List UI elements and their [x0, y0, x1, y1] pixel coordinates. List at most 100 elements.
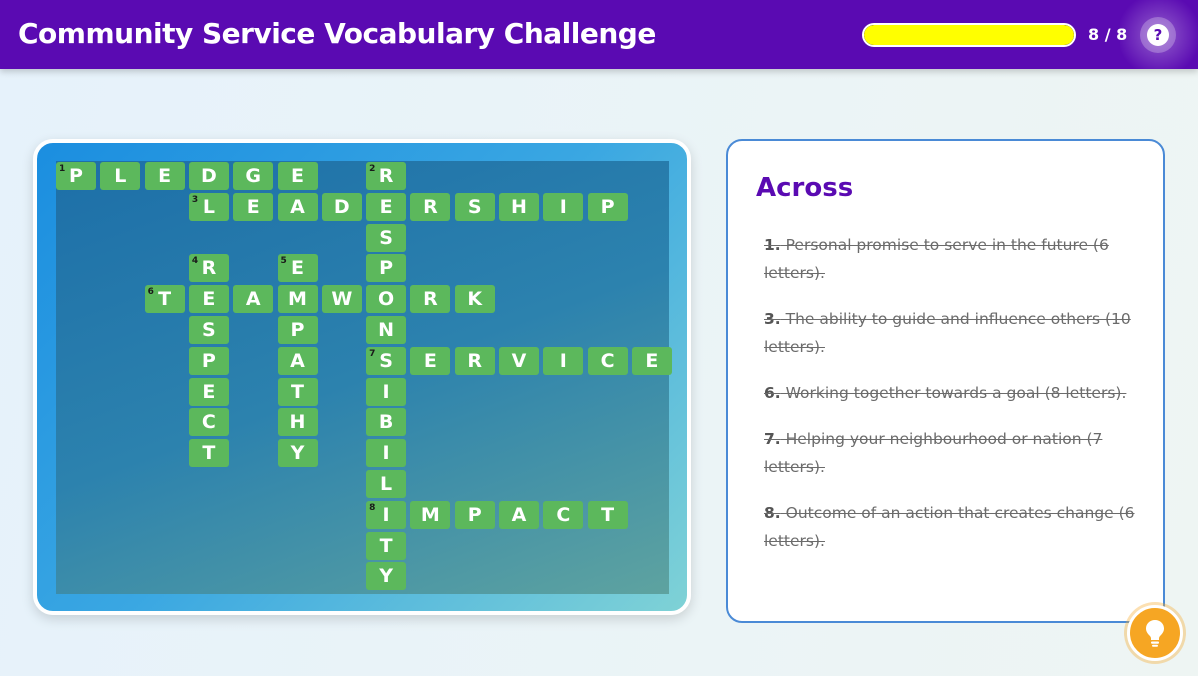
- cell-letter: A: [511, 503, 527, 526]
- crossword-cell[interactable]: P: [366, 254, 407, 283]
- crossword-cell[interactable]: 6T: [144, 285, 185, 314]
- clue-number: 1: [59, 164, 66, 174]
- crossword-cell[interactable]: 7S: [366, 346, 407, 375]
- crossword-cell[interactable]: K: [454, 285, 495, 314]
- cell-letter: P: [201, 349, 216, 372]
- crossword-cell[interactable]: N: [366, 316, 407, 344]
- clue-item-text: Helping your neighbourhood or nation (7 …: [764, 430, 1103, 476]
- cell-letter: M: [288, 288, 307, 311]
- crossword-cell[interactable]: P: [454, 500, 495, 529]
- cell-letter: R: [423, 288, 438, 311]
- crossword-cell[interactable]: E: [188, 285, 229, 314]
- clue-number: 8: [369, 502, 376, 513]
- cell-letter: Y: [290, 442, 305, 465]
- crossword-cell[interactable]: 5E: [277, 254, 318, 283]
- crossword-cell[interactable]: H: [499, 192, 539, 221]
- help-button[interactable]: ?: [1140, 17, 1176, 53]
- crossword-cell[interactable]: P: [277, 316, 318, 344]
- clue-item[interactable]: 6. Working together towards a goal (8 le…: [764, 379, 1136, 407]
- crossword-cell[interactable]: S: [454, 192, 495, 221]
- crossword-cell[interactable]: O: [366, 285, 407, 314]
- cell-letter: P: [379, 257, 394, 280]
- crossword-cell[interactable]: A: [277, 346, 318, 375]
- crossword-cell[interactable]: T: [188, 439, 229, 468]
- crossword-cell[interactable]: D: [188, 162, 229, 190]
- cell-letter: I: [559, 349, 567, 372]
- crossword-cell[interactable]: T: [366, 531, 407, 560]
- cell-letter: C: [201, 411, 216, 434]
- crossword-cell[interactable]: T: [277, 377, 318, 406]
- crossword-cell[interactable]: B: [366, 408, 407, 437]
- crossword-cell[interactable]: E: [410, 346, 451, 375]
- clue-item[interactable]: 8. Outcome of an action that creates cha…: [764, 499, 1136, 555]
- clue-item[interactable]: 7. Helping your neighbourhood or nation …: [764, 425, 1136, 481]
- cell-letter: T: [202, 442, 216, 465]
- crossword-cell[interactable]: A: [233, 285, 274, 314]
- clue-item[interactable]: 1. Personal promise to serve in the futu…: [764, 231, 1136, 287]
- crossword-cell[interactable]: I: [366, 377, 407, 406]
- crossword-cell[interactable]: E: [277, 162, 318, 190]
- hint-button[interactable]: [1127, 605, 1183, 661]
- crossword-cell[interactable]: C: [188, 408, 229, 437]
- clue-number: 6: [147, 287, 154, 298]
- progress-fill: [864, 25, 1074, 45]
- crossword-cell[interactable]: P: [587, 192, 628, 221]
- crossword-cell[interactable]: M: [410, 500, 451, 529]
- crossword-cell[interactable]: S: [188, 316, 229, 344]
- cell-letter: T: [379, 534, 393, 557]
- crossword-cell[interactable]: 8I: [366, 500, 407, 529]
- crossword-cell[interactable]: A: [499, 500, 539, 529]
- crossword-cell[interactable]: M: [277, 285, 318, 314]
- crossword-cell[interactable]: 2R: [366, 162, 407, 190]
- crossword-cell[interactable]: T: [587, 500, 628, 529]
- crossword-cell[interactable]: Y: [366, 562, 407, 591]
- crossword-cell[interactable]: W: [321, 285, 362, 314]
- crossword-cell[interactable]: E: [233, 192, 274, 221]
- cell-letter: I: [559, 195, 567, 218]
- crossword-cell[interactable]: V: [499, 346, 539, 375]
- crossword-cell[interactable]: H: [277, 408, 318, 437]
- clue-item-number: 8.: [764, 504, 781, 522]
- crossword-cell[interactable]: D: [321, 192, 362, 221]
- crossword-cell[interactable]: 1P: [56, 162, 96, 190]
- crossword-cell[interactable]: Y: [277, 439, 318, 468]
- crossword-cell[interactable]: 3L: [188, 192, 229, 221]
- clue-item-number: 7.: [764, 430, 781, 448]
- cell-letter: N: [378, 319, 395, 341]
- crossword-cell[interactable]: C: [543, 500, 584, 529]
- crossword-cell[interactable]: I: [543, 192, 584, 221]
- clue-panel: Across 1. Personal promise to serve in t…: [726, 139, 1165, 623]
- cell-letter: P: [467, 503, 482, 526]
- crossword-cell[interactable]: L: [366, 470, 407, 498]
- lightbulb-icon: [1146, 620, 1164, 647]
- top-bar: Community Service Vocabulary Challenge 8…: [0, 0, 1198, 69]
- crossword-cell[interactable]: L: [100, 162, 141, 190]
- clue-item[interactable]: 3. The ability to guide and influence ot…: [764, 305, 1136, 361]
- crossword-cell[interactable]: E: [188, 377, 229, 406]
- crossword-cell[interactable]: P: [188, 346, 229, 375]
- cell-letter: T: [158, 288, 172, 311]
- crossword-cell[interactable]: I: [543, 346, 584, 375]
- crossword-cell[interactable]: I: [366, 439, 407, 468]
- cell-letter: L: [114, 165, 127, 187]
- cell-letter: E: [158, 165, 172, 187]
- cell-letter: W: [331, 288, 353, 311]
- crossword-cell[interactable]: E: [631, 346, 672, 375]
- crossword-cell[interactable]: E: [366, 192, 407, 221]
- crossword-cell[interactable]: R: [410, 192, 451, 221]
- cell-letter: R: [378, 165, 394, 187]
- cell-letter: R: [201, 257, 217, 280]
- cell-letter: K: [467, 288, 483, 311]
- crossword-cell[interactable]: E: [144, 162, 185, 190]
- cell-letter: C: [600, 349, 615, 372]
- crossword-cell[interactable]: R: [454, 346, 495, 375]
- crossword-cell[interactable]: S: [366, 223, 407, 252]
- clue-number: 4: [191, 256, 199, 267]
- crossword-cell[interactable]: A: [277, 192, 318, 221]
- progress-bar: [862, 23, 1076, 47]
- crossword-cell[interactable]: R: [410, 285, 451, 314]
- crossword-cell[interactable]: C: [587, 346, 628, 375]
- cell-letter: A: [290, 349, 305, 372]
- crossword-cell[interactable]: 4R: [188, 254, 229, 283]
- crossword-cell[interactable]: G: [233, 162, 274, 190]
